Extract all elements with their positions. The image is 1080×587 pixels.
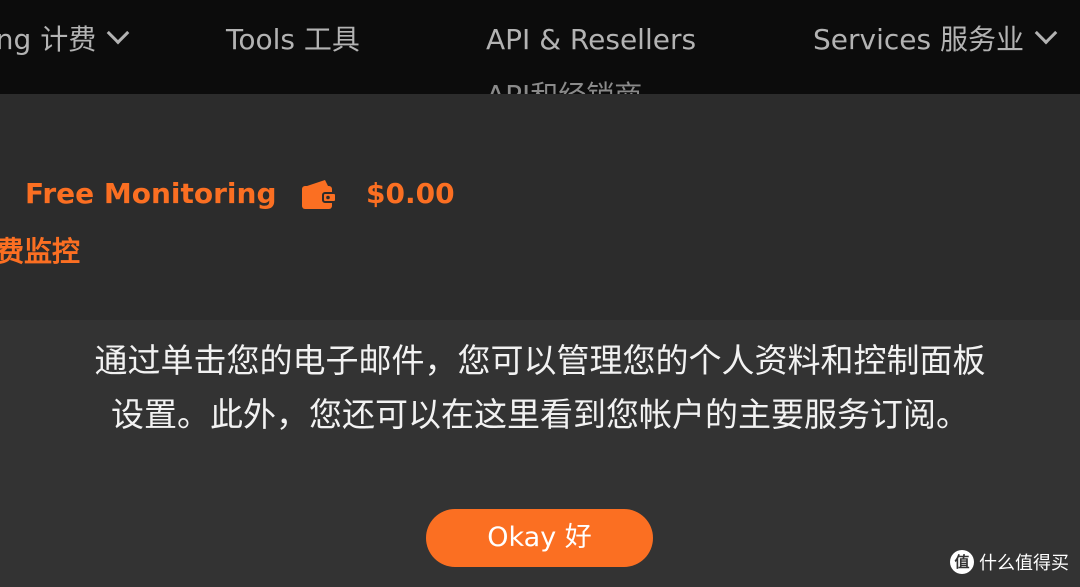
chevron-down-icon [106, 21, 130, 45]
nav-billing-menu[interactable]: ing 计费 [0, 20, 130, 60]
plan-name[interactable]: Free Monitoring [25, 176, 277, 212]
nav-services-label: Services 服务业 [813, 23, 1024, 56]
tooltip-message: 通过单击您的电子邮件，您可以管理您的个人资料和控制面板 设置。此外，您还可以在这… [0, 334, 1080, 442]
account-balance: $0.00 [366, 177, 455, 210]
watermark-logo-icon: 值 [950, 550, 974, 574]
watermark-text: 什么值得买 [979, 553, 1069, 574]
nav-api-label-cn: API和经销商 [486, 76, 642, 94]
tooltip-message-line-1: 通过单击您的电子邮件，您可以管理您的个人资料和控制面板 [94, 341, 986, 380]
nav-services-menu[interactable]: Services 服务业 [813, 20, 1058, 60]
nav-billing-label: ing 计费 [0, 23, 97, 56]
wallet-icon [302, 180, 337, 209]
nav-api-resellers-link[interactable]: API & Resellers [486, 20, 696, 60]
tooltip-message-line-2: 设置。此外，您还可以在这里看到您帐户的主要服务订阅。 [111, 395, 969, 434]
nav-api-label: API & Resellers [486, 23, 697, 56]
nav-tools-link[interactable]: Tools 工具 [226, 20, 360, 60]
plan-name-cn[interactable]: 费监控 [0, 234, 80, 270]
onboarding-tooltip: 通过单击您的电子邮件，您可以管理您的个人资料和控制面板 设置。此外，您还可以在这… [0, 320, 1080, 587]
account-summary: Free Monitoring 费监控 $0.00 [0, 94, 1080, 320]
top-navigation: ing 计费 Tools 工具 API & Resellers API和经销商 … [0, 0, 1080, 94]
chevron-down-icon [1034, 21, 1058, 45]
site-watermark: 值什么值得买 [950, 549, 1069, 577]
nav-tools-label: Tools 工具 [226, 23, 360, 56]
okay-button[interactable]: Okay 好 [426, 509, 653, 567]
